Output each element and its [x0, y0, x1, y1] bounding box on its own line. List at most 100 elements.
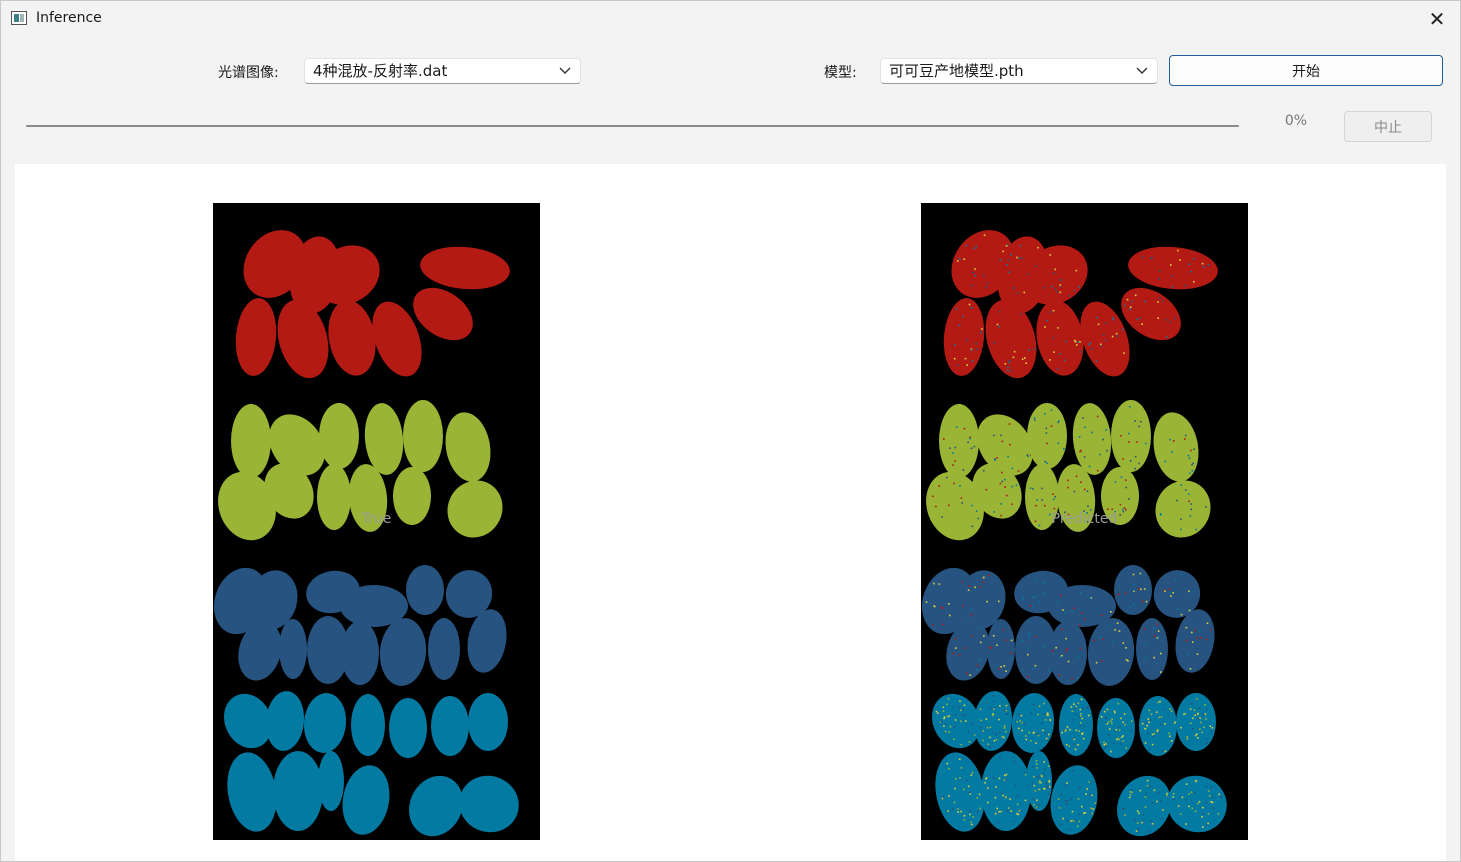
misclassified-pixel	[1208, 795, 1211, 797]
misclassified-pixel	[1042, 729, 1044, 732]
misclassified-pixel	[1122, 808, 1124, 810]
misclassified-pixel	[1053, 272, 1055, 274]
misclassified-pixel	[970, 284, 973, 287]
misclassified-pixel	[1111, 641, 1114, 644]
misclassified-pixel	[1035, 763, 1038, 765]
misclassified-pixel	[992, 713, 994, 715]
misclassified-pixel	[1083, 488, 1086, 491]
misclassified-pixel	[1191, 631, 1193, 634]
misclassified-pixel	[976, 810, 979, 813]
misclassified-pixel	[1096, 415, 1099, 418]
misclassified-pixel	[986, 282, 989, 285]
misclassified-pixel	[1043, 713, 1045, 715]
misclassified-pixel	[971, 634, 974, 637]
misclassified-pixel	[961, 581, 963, 583]
misclassified-pixel	[986, 600, 988, 603]
misclassified-pixel	[1009, 359, 1011, 362]
misclassified-pixel	[963, 427, 966, 430]
misclassified-pixel	[1070, 820, 1072, 822]
misclassified-pixel	[957, 811, 959, 813]
misclassified-pixel	[982, 739, 984, 742]
misclassified-pixel	[1000, 434, 1002, 437]
misclassified-pixel	[1128, 498, 1130, 500]
stop-button[interactable]: 中止	[1344, 111, 1432, 142]
misclassified-pixel	[1211, 727, 1214, 729]
misclassified-pixel	[1067, 486, 1069, 489]
misclassified-pixel	[1034, 419, 1036, 421]
misclassified-pixel	[1047, 785, 1049, 788]
misclassified-pixel	[1091, 348, 1093, 350]
misclassified-pixel	[1136, 318, 1138, 321]
true-bean-region	[420, 246, 510, 290]
predicted-bean-region	[1155, 480, 1211, 538]
misclassified-pixel	[1170, 740, 1173, 742]
misclassified-pixel	[973, 445, 976, 448]
misclassified-pixel	[989, 646, 991, 648]
misclassified-pixel	[1036, 799, 1038, 801]
misclassified-pixel	[1174, 317, 1176, 320]
misclassified-pixel	[982, 730, 985, 732]
misclassified-pixel	[983, 274, 985, 277]
spectral-image-select[interactable]: 4种混放-反射率.dat	[304, 58, 581, 84]
misclassified-pixel	[980, 719, 982, 722]
misclassified-pixel	[1046, 739, 1048, 741]
start-button[interactable]: 开始	[1169, 55, 1443, 86]
misclassified-pixel	[1037, 600, 1040, 603]
misclassified-pixel	[1172, 796, 1175, 798]
close-button[interactable]: ✕	[1414, 2, 1460, 36]
misclassified-pixel	[959, 777, 961, 779]
misclassified-pixel	[1201, 262, 1204, 265]
misclassified-pixel	[1111, 335, 1114, 338]
misclassified-pixel	[925, 601, 928, 603]
misclassified-pixel	[1016, 812, 1018, 815]
misclassified-pixel	[1061, 654, 1063, 657]
misclassified-pixel	[1122, 642, 1125, 644]
misclassified-pixel	[1056, 368, 1059, 370]
misclassified-pixel	[1068, 295, 1070, 297]
misclassified-pixel	[1077, 798, 1080, 800]
misclassified-pixel	[1193, 709, 1196, 712]
misclassified-pixel	[998, 777, 1001, 780]
true-bean-region	[428, 618, 460, 680]
misclassified-pixel	[975, 342, 977, 345]
misclassified-pixel	[1173, 440, 1175, 442]
misclassified-pixel	[957, 260, 959, 262]
misclassified-pixel	[1171, 451, 1173, 453]
misclassified-pixel	[1034, 790, 1037, 792]
misclassified-pixel	[1185, 489, 1187, 491]
misclassified-pixel	[1058, 420, 1060, 422]
misclassified-pixel	[1047, 792, 1050, 795]
misclassified-pixel	[1095, 360, 1098, 363]
misclassified-pixel	[1207, 822, 1209, 825]
misclassified-pixel	[1088, 781, 1091, 783]
misclassified-pixel	[967, 441, 969, 444]
misclassified-pixel	[1137, 828, 1139, 831]
misclassified-pixel	[1042, 645, 1044, 648]
misclassified-pixel	[1206, 785, 1208, 788]
misclassified-pixel	[1007, 455, 1009, 458]
model-value: 可可豆产地模型.pth	[889, 62, 1024, 80]
true-bean-region	[277, 299, 329, 379]
misclassified-pixel	[1032, 704, 1035, 706]
predicted-bean-region	[1059, 694, 1093, 756]
misclassified-pixel	[954, 713, 957, 716]
misclassified-pixel	[1044, 768, 1046, 771]
misclassified-pixel	[1060, 594, 1062, 597]
misclassified-pixel	[998, 325, 1000, 328]
misclassified-pixel	[1021, 721, 1023, 724]
misclassified-pixel	[1136, 810, 1139, 812]
misclassified-pixel	[1010, 810, 1013, 812]
model-select[interactable]: 可可豆产地模型.pth	[880, 58, 1158, 84]
misclassified-pixel	[965, 779, 968, 782]
misclassified-pixel	[1125, 479, 1127, 481]
misclassified-pixel	[1129, 306, 1132, 308]
misclassified-pixel	[959, 485, 961, 487]
misclassified-pixel	[995, 733, 997, 736]
misclassified-pixel	[1133, 603, 1135, 606]
misclassified-pixel	[1149, 748, 1151, 751]
misclassified-pixel	[1162, 750, 1164, 752]
misclassified-pixel	[1049, 254, 1051, 256]
misclassified-pixel	[1086, 490, 1089, 493]
misclassified-pixel	[963, 258, 966, 260]
misclassified-pixel	[1062, 609, 1064, 611]
